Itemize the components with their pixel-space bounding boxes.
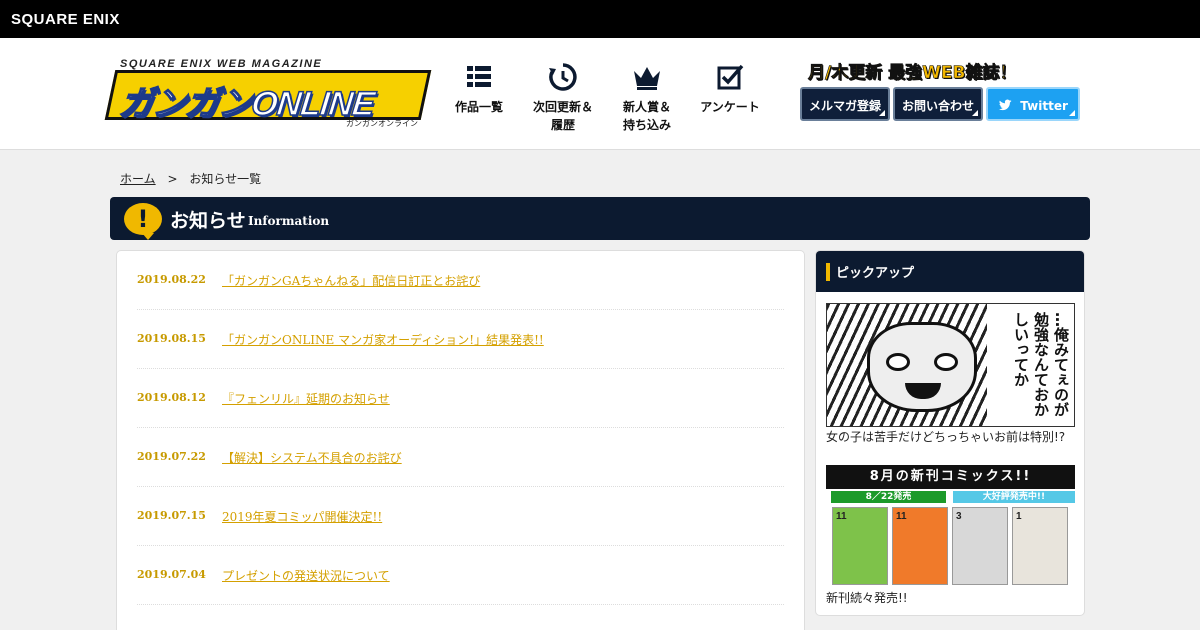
breadcrumb-separator: > <box>167 172 178 186</box>
exclamation-icon: ! <box>124 203 162 240</box>
manga-eye <box>934 353 958 371</box>
pickup-sidebar: ピックアップ …俺みてぇのが勉強なんておかしいってか 女の子は苦手だけどちっちゃ… <box>815 250 1085 616</box>
news-list: 2019.08.22 「ガンガンGAちゃんねる」配信日訂正とお詫び 2019.0… <box>116 250 805 630</box>
mailmag-button[interactable]: メルマガ登録 <box>800 87 890 121</box>
news-item: 2019.08.15 「ガンガンONLINE マンガ家オーディション!」結果発表… <box>137 310 784 369</box>
news-item: 2019.07.04 プレゼントの発送状況について <box>137 546 784 605</box>
pickup-banner-manga[interactable]: …俺みてぇのが勉強なんておかしいってか <box>826 303 1075 427</box>
comic-volume: 3 <box>956 511 962 522</box>
manga-face <box>867 322 977 412</box>
pickup-header: ピックアップ <box>816 251 1084 292</box>
comic-volume: 1 <box>1016 511 1022 522</box>
twitter-label: Twitter <box>1020 99 1068 113</box>
section-title-en: Information <box>248 214 330 228</box>
news-date: 2019.07.15 <box>137 509 206 522</box>
news-date: 2019.08.22 <box>137 273 206 286</box>
nav-item-survey[interactable]: アンケート <box>696 62 764 116</box>
logo-subtitle: SQUARE ENIX WEB MAGAZINE <box>120 58 323 70</box>
pickup-caption-1[interactable]: 女の子は苦手だけどちっちゃいお前は特別!? <box>826 428 1065 445</box>
section-title-jp: お知らせ <box>170 210 246 232</box>
checkbox-icon <box>717 64 744 90</box>
nav-label: アンケート <box>700 100 760 114</box>
news-title-link[interactable]: プレゼントの発送状況について <box>222 567 390 584</box>
news-date: 2019.07.04 <box>137 568 206 581</box>
comic-cover: 3 <box>952 507 1008 585</box>
manga-mouth <box>905 383 941 399</box>
pickup-title: ピックアップ <box>836 266 915 281</box>
square-enix-logo[interactable]: SQUARE ENIX <box>11 11 120 28</box>
comic-volume: 11 <box>836 511 847 522</box>
release-date-tag: 8／22発売 <box>831 491 946 503</box>
news-item: 2019.08.12 『フェンリル』延期のお知らせ <box>137 369 784 428</box>
crown-icon <box>634 67 660 90</box>
breadcrumb-current: お知らせ一覧 <box>189 172 262 186</box>
manga-eye <box>886 353 910 371</box>
news-date: 2019.07.22 <box>137 450 206 463</box>
speech-bubble-text: …俺みてぇのが勉強なんておかしいってか <box>1012 312 1070 417</box>
new-comics-header: 8月の新刊コミックス!! <box>826 465 1075 489</box>
news-item: 2019.08.22 「ガンガンGAちゃんねる」配信日訂正とお詫び <box>137 251 784 310</box>
manga-art <box>827 304 987 426</box>
nav-item-award[interactable]: 新人賞＆ 持ち込み <box>617 62 677 134</box>
news-date: 2019.08.15 <box>137 332 206 345</box>
list-grid-icon <box>467 66 491 87</box>
nav-label: 作品一覧 <box>454 100 503 114</box>
accent-bar <box>826 263 830 281</box>
news-title-link[interactable]: 「ガンガンONLINE マンガ家オーディション!」結果発表!! <box>222 331 544 348</box>
comic-cover: 11 <box>892 507 948 585</box>
nav-item-works[interactable]: 作品一覧 <box>449 62 509 116</box>
comic-cover: 11 <box>832 507 888 585</box>
logo-main-plate: ガンガンONLINE <box>104 70 432 124</box>
logo-main-text: ガンガンONLINE <box>117 84 377 124</box>
breadcrumb-home-link[interactable]: ホーム <box>120 172 156 186</box>
pickup-caption-2[interactable]: 新刊続々発売!! <box>826 589 908 606</box>
contact-label: お問い合わせ <box>901 99 974 113</box>
news-title-link[interactable]: 2019年夏コミッパ開催決定!! <box>222 508 382 525</box>
top-bar: SQUARE ENIX <box>0 0 1200 38</box>
news-title-link[interactable]: 【解決】システム不具合のお詫び <box>222 449 402 466</box>
site-header: SQUARE ENIX WEB MAGAZINE ガンガンONLINE ガンガン… <box>0 38 1200 150</box>
corner-arrow-icon <box>879 110 885 116</box>
corner-arrow-icon <box>972 110 978 116</box>
comic-volume: 11 <box>896 511 907 522</box>
breadcrumb: ホーム > お知らせ一覧 <box>120 170 261 187</box>
corner-arrow-icon <box>1069 110 1075 116</box>
comic-cover: 1 <box>1012 507 1068 585</box>
clock-refresh-icon <box>549 63 577 91</box>
nav-item-schedule[interactable]: 次回更新＆ 履歴 <box>528 62 598 134</box>
section-title-bar: ! お知らせ Information <box>110 197 1090 240</box>
news-item: 2019.07.15 2019年夏コミッパ開催決定!! <box>137 487 784 546</box>
tagline: 月/木更新 最強WEB雑誌！ <box>808 63 1017 84</box>
news-item: 2019.07.22 【解決】システム不具合のお詫び <box>137 428 784 487</box>
twitter-button[interactable]: Twitter <box>986 87 1080 121</box>
news-title-link[interactable]: 「ガンガンGAちゃんねる」配信日訂正とお詫び <box>222 272 480 289</box>
logo-ruby: ガンガンオンライン <box>346 119 418 128</box>
news-date: 2019.08.12 <box>137 391 206 404</box>
contact-button[interactable]: お問い合わせ <box>893 87 983 121</box>
mailmag-label: メルマガ登録 <box>808 99 881 113</box>
pickup-banner-new-comics[interactable]: 8月の新刊コミックス!! 8／22発売 大好評発売中!! 11 11 3 1 <box>826 465 1075 585</box>
on-sale-tag: 大好評発売中!! <box>953 491 1075 503</box>
nav-label: 新人賞＆ 持ち込み <box>622 100 671 132</box>
nav-label: 次回更新＆ 履歴 <box>532 100 593 132</box>
twitter-bird-icon <box>998 99 1012 111</box>
news-title-link[interactable]: 『フェンリル』延期のお知らせ <box>222 390 390 407</box>
gangan-online-logo[interactable]: SQUARE ENIX WEB MAGAZINE ガンガンONLINE ガンガン… <box>104 58 432 128</box>
